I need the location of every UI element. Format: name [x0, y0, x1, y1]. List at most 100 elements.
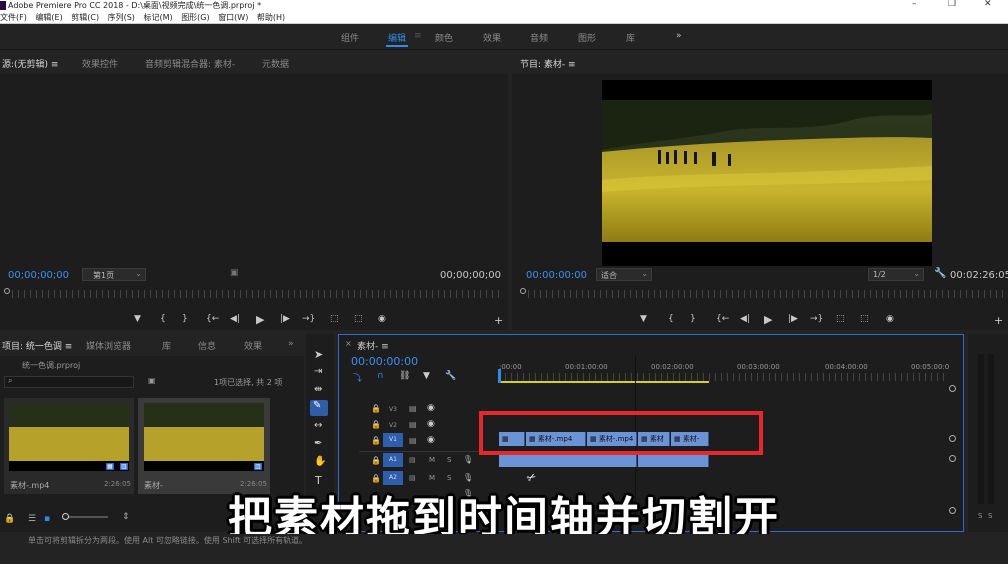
nest-icon[interactable]: ⤵ — [353, 371, 362, 384]
go-to-out-button[interactable]: →} — [302, 314, 315, 324]
playhead[interactable] — [498, 369, 501, 383]
slip-icon[interactable]: ↔ — [314, 420, 322, 431]
tab-metadata[interactable]: 元数据 — [262, 57, 289, 70]
overwrite-button[interactable]: ⬚ — [354, 314, 363, 324]
step-back-button[interactable]: ◀| — [740, 314, 750, 324]
maximize-button[interactable]: ❐ — [948, 0, 956, 9]
camera-icon[interactable]: ◉ — [378, 314, 386, 324]
workspace-libraries[interactable]: 库 — [626, 31, 635, 44]
tab-effects[interactable]: 效果 — [244, 339, 262, 352]
marker-button[interactable]: ▼ — [640, 314, 647, 324]
minimize-button[interactable]: – — [912, 0, 917, 9]
project-search-input[interactable]: ⌕ — [4, 376, 134, 388]
new-bin-icon[interactable]: ▣ — [148, 376, 156, 385]
tab-info[interactable]: 信息 — [198, 339, 216, 352]
track-select-icon[interactable]: ⇥ — [314, 366, 322, 377]
lock-icon[interactable]: 🔒 — [371, 404, 381, 413]
go-to-in-button[interactable]: {← — [716, 314, 729, 324]
mute-button[interactable]: M — [429, 456, 435, 464]
menu-graphics[interactable]: 图形(G) — [181, 11, 209, 24]
workspace-editing[interactable]: 编辑 — [388, 31, 406, 44]
vertical-zoom-handle[interactable] — [949, 435, 956, 442]
play-button[interactable]: ▶ — [764, 313, 772, 326]
workspace-graphics[interactable]: 图形 — [578, 31, 596, 44]
go-to-in-button[interactable]: {← — [206, 314, 219, 324]
step-forward-button[interactable]: |▶ — [788, 314, 798, 324]
tab-program[interactable]: 节目: 素材- ≡ — [520, 57, 576, 70]
linked-selection-icon[interactable]: ⛓ — [399, 371, 410, 381]
workspace-more-button[interactable]: » — [676, 31, 682, 41]
track-target-a1[interactable]: A1 — [383, 453, 403, 467]
source-ruler[interactable] — [12, 290, 502, 298]
sync-lock-icon[interactable]: ▤ — [409, 420, 417, 429]
wrench-icon[interactable]: 🔧 — [445, 371, 456, 381]
work-area-bar[interactable] — [499, 381, 709, 383]
mark-in-button[interactable]: { — [160, 314, 166, 324]
solo-button[interactable]: S — [447, 456, 451, 464]
razor-icon[interactable]: ✎ — [310, 400, 328, 416]
insert-button[interactable]: ⬚ — [330, 314, 339, 324]
tab-sequence[interactable]: 素材- ≡ — [357, 339, 389, 352]
menu-clip[interactable]: 剪辑(C) — [71, 11, 99, 24]
extract-button[interactable]: ⬚ — [860, 314, 869, 324]
project-item-thumb[interactable]: ▦ ▥ 素材-.mp4 2:26:05 — [4, 398, 134, 494]
tab-audio-clip-mixer[interactable]: 音频剪辑混合器: 素材- — [145, 57, 235, 70]
microphone-icon[interactable]: 🎙 — [463, 455, 473, 464]
wrench-icon[interactable]: 🔧 — [934, 268, 946, 279]
tab-media-browser[interactable]: 媒体浏览器 — [86, 339, 131, 352]
tab-libraries[interactable]: 库 — [162, 339, 171, 352]
track-target-v1[interactable]: V1 — [383, 433, 403, 447]
program-ruler[interactable] — [528, 290, 1004, 298]
snap-icon[interactable]: ∩ — [377, 371, 384, 381]
lift-button[interactable]: ⬚ — [836, 314, 845, 324]
close-button[interactable]: ✕ — [984, 0, 992, 9]
go-to-out-button[interactable]: →} — [810, 314, 823, 324]
project-item-thumb[interactable]: ▥ 素材- 2:26:05 — [138, 398, 270, 494]
camera-icon[interactable]: ◉ — [886, 314, 894, 324]
ripple-icon[interactable]: ⇹ — [314, 384, 322, 395]
lock-icon[interactable]: 🔒 — [371, 420, 381, 429]
marker-button[interactable]: ▼ — [134, 314, 141, 324]
sync-lock-icon[interactable]: ▤ — [409, 474, 416, 482]
menu-edit[interactable]: 编辑(E) — [35, 11, 62, 24]
mark-out-button[interactable]: } — [182, 314, 188, 324]
tab-effect-controls[interactable]: 效果控件 — [82, 57, 118, 70]
selection-icon[interactable]: ➤ — [314, 348, 323, 361]
vertical-zoom-handle[interactable] — [949, 455, 956, 462]
workspace-assembly[interactable]: 组件 — [341, 31, 359, 44]
page-select[interactable]: 第1页 ⌄ — [82, 268, 146, 281]
close-icon[interactable]: × — [345, 339, 352, 348]
tab-project[interactable]: 项目: 统一色调 ≡ — [2, 339, 72, 352]
eye-icon[interactable]: ◉ — [427, 419, 435, 429]
microphone-icon[interactable]: 🎙 — [463, 473, 473, 482]
solo-button[interactable]: S — [447, 474, 451, 482]
menu-marker[interactable]: 标记(M) — [143, 11, 172, 24]
lock-icon[interactable]: 🔒 — [371, 436, 381, 445]
program-playhead[interactable] — [520, 288, 526, 294]
workspace-effects[interactable]: 效果 — [483, 31, 501, 44]
timeline-timecode[interactable]: 00:00:00:00 — [351, 355, 418, 368]
step-forward-button[interactable]: |▶ — [280, 314, 290, 324]
source-timecode[interactable]: 00;00;00;00 — [8, 270, 69, 281]
menu-window[interactable]: 窗口(W) — [218, 11, 248, 24]
workspace-color[interactable]: 颜色 — [435, 31, 453, 44]
button-editor-plus[interactable]: + — [494, 314, 503, 327]
sync-lock-icon[interactable]: ▤ — [409, 436, 417, 445]
mark-out-button[interactable]: } — [690, 314, 696, 324]
play-button[interactable]: ▶ — [256, 313, 264, 326]
mute-button[interactable]: M — [429, 474, 435, 482]
timeline-ruler[interactable] — [499, 373, 947, 381]
tab-source[interactable]: 源:(无剪辑) ≡ — [2, 57, 58, 70]
menu-sequence[interactable]: 序列(S) — [108, 11, 135, 24]
button-editor-plus[interactable]: + — [994, 314, 1003, 327]
workspace-audio[interactable]: 音频 — [530, 31, 548, 44]
sync-lock-icon[interactable]: ▤ — [409, 456, 416, 464]
audio-clip[interactable] — [638, 453, 709, 467]
lock-icon[interactable]: 🔒 — [371, 456, 381, 465]
step-back-button[interactable]: ◀| — [230, 314, 240, 324]
eye-icon[interactable]: ◉ — [427, 435, 435, 445]
menu-file[interactable]: 文件(F) — [0, 11, 27, 24]
fit-select[interactable]: 适合 ⌄ — [596, 268, 652, 281]
export-frame-icon[interactable]: ▣ — [230, 268, 239, 278]
project-tabs-more-button[interactable]: » — [288, 339, 294, 349]
